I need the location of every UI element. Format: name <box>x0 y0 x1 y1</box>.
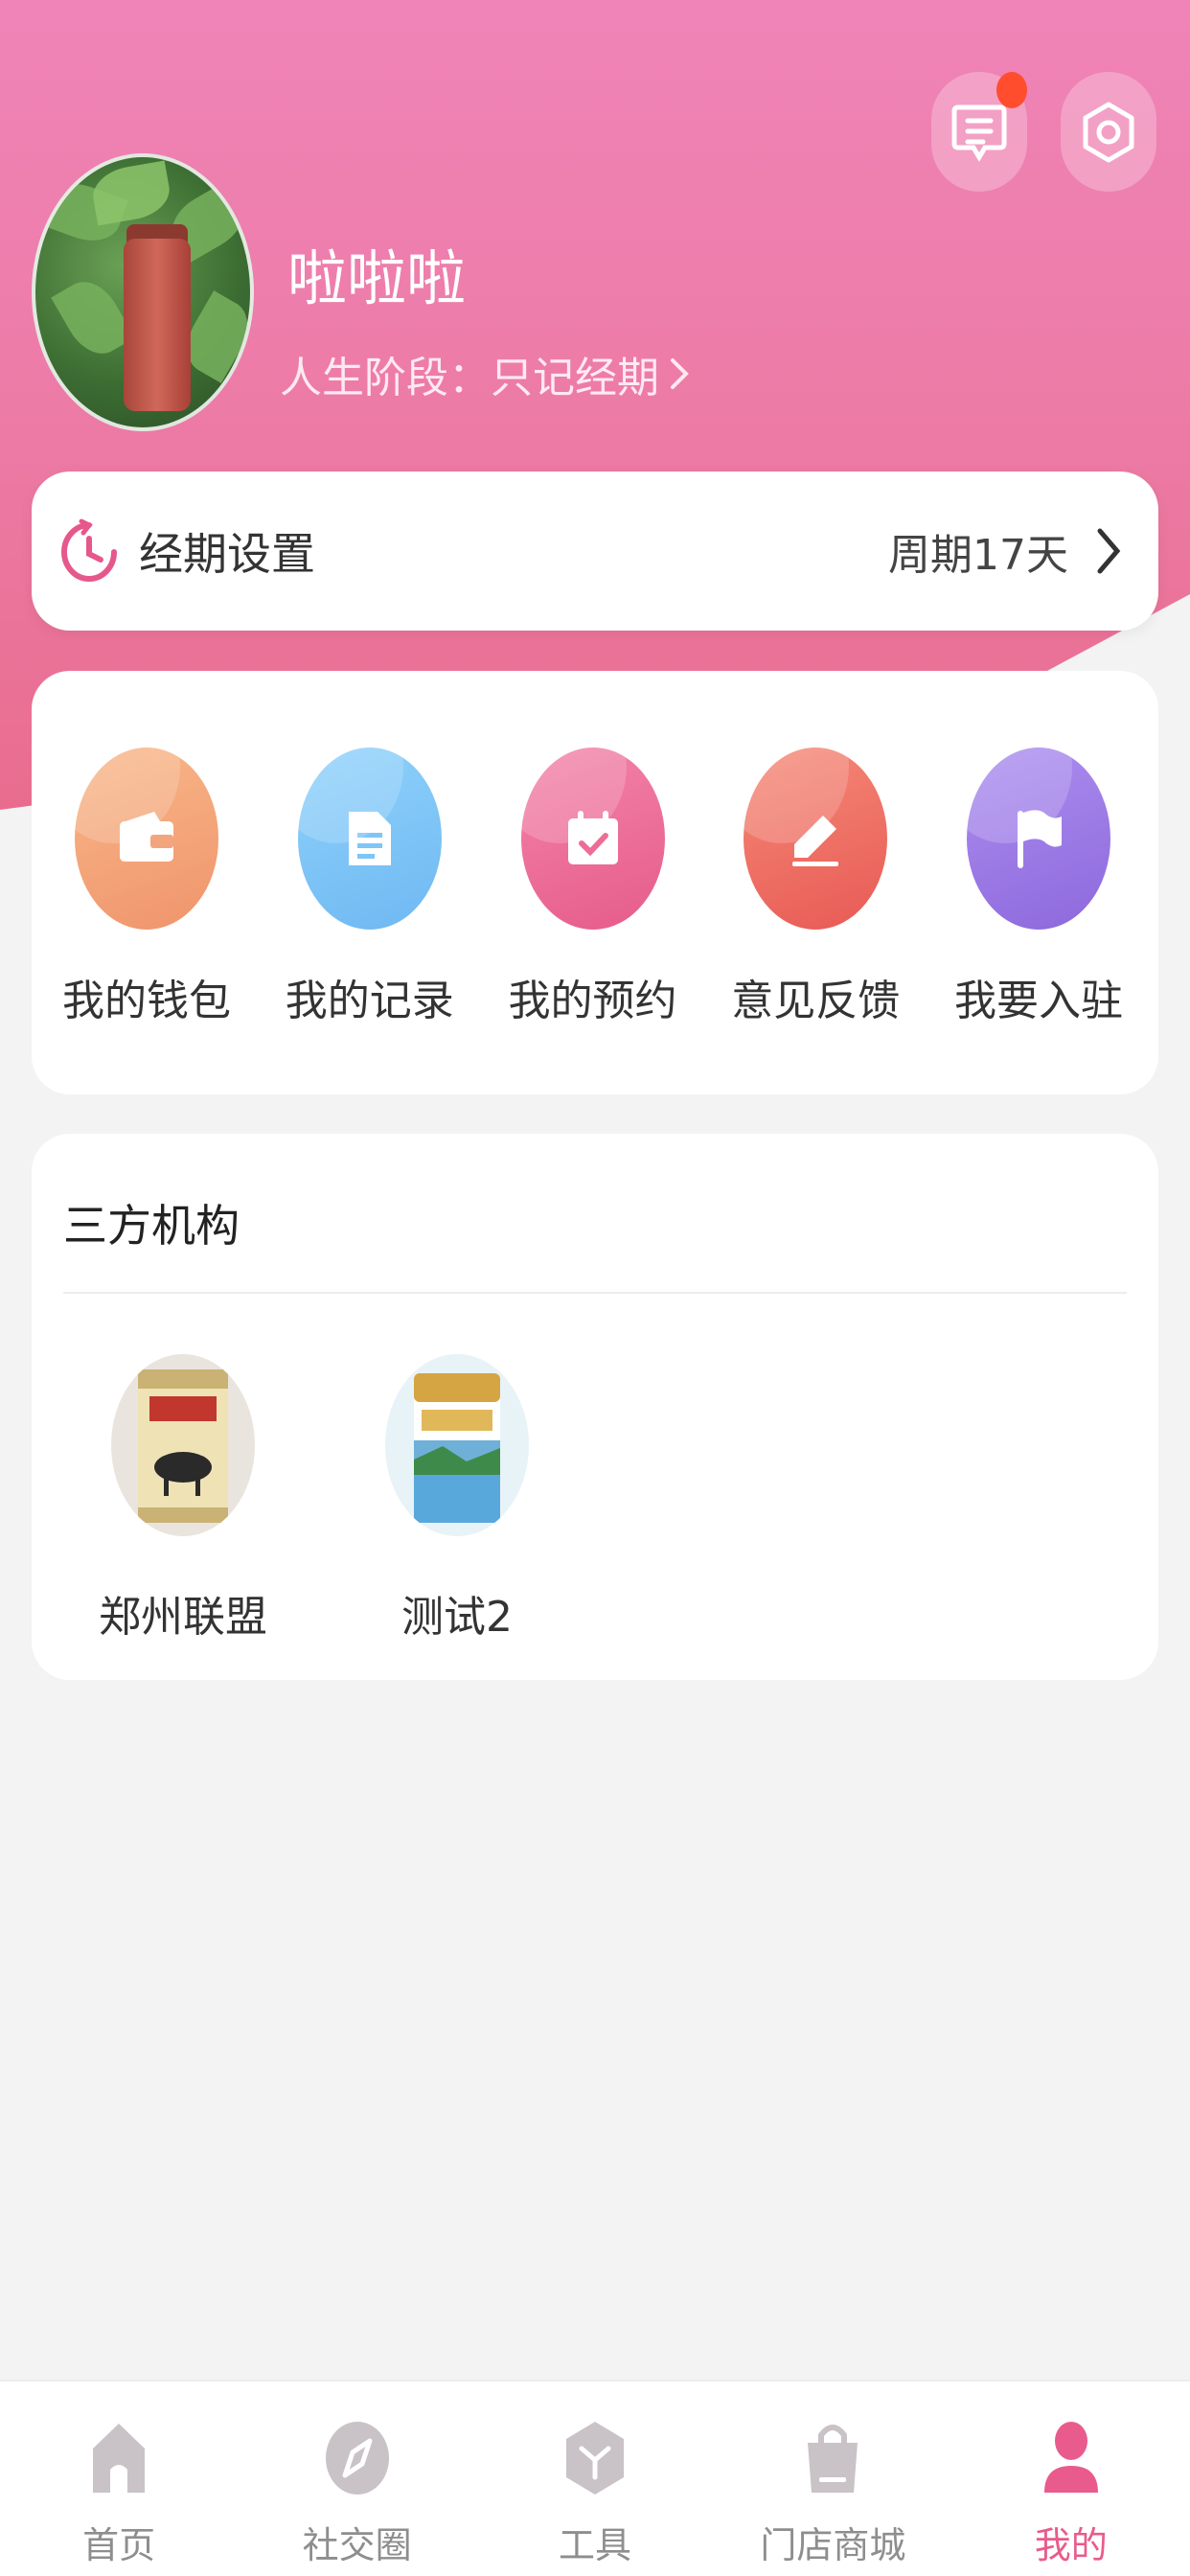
period-settings-title: 经期设置 <box>139 528 315 580</box>
pencil-icon <box>744 748 888 930</box>
institution-label: 测试2 <box>401 1593 513 1642</box>
join-label: 我要入驻 <box>954 977 1123 1025</box>
tab-home[interactable]: 首页 <box>13 2420 224 2568</box>
messages-button[interactable] <box>931 72 1027 192</box>
tools-icon <box>565 2422 624 2495</box>
shortcut-grid: 我的钱包 我的记录 我的预约 意见反馈 我要入驻 <box>32 671 1158 1094</box>
appointments-label: 我的预约 <box>508 977 677 1025</box>
notification-dot <box>996 72 1027 108</box>
flag-icon <box>967 748 1110 930</box>
avatar[interactable] <box>32 153 254 431</box>
message-icon <box>951 104 1007 162</box>
life-stage-link[interactable]: 人生阶段：只记经期 <box>280 343 692 404</box>
period-settings-row[interactable]: 经期设置 周期17天 <box>32 472 1158 631</box>
tab-mine-label: 我的 <box>1034 2524 1108 2566</box>
bottom-tab-bar: 首页 社交圈 工具 门店商城 我的 <box>0 2380 1190 2576</box>
institution-item[interactable]: 测试2 <box>361 1354 553 1644</box>
tab-store[interactable]: 门店商城 <box>727 2420 938 2568</box>
settings-button[interactable] <box>1061 72 1156 192</box>
period-cycle-value: 周期17天 <box>888 531 1068 580</box>
institution-thumbnail <box>111 1354 255 1536</box>
tab-store-label: 门店商城 <box>760 2524 906 2566</box>
institution-thumbnail <box>385 1354 529 1536</box>
records-shortcut[interactable]: 我的记录 <box>285 748 454 1094</box>
institution-item[interactable]: 郑州联盟 <box>87 1354 279 1644</box>
settings-icon <box>1083 102 1134 162</box>
divider <box>63 1292 1127 1294</box>
period-clock-icon <box>61 518 117 582</box>
tab-tools[interactable]: 工具 <box>490 2420 700 2568</box>
records-label: 我的记录 <box>285 977 454 1025</box>
tab-home-label: 首页 <box>82 2524 156 2566</box>
user-icon <box>1043 2422 1098 2493</box>
shopping-bag-icon <box>808 2425 858 2493</box>
username: 啦啦啦 <box>287 243 467 313</box>
compass-icon <box>325 2422 389 2495</box>
calendar-check-icon <box>520 748 665 930</box>
tab-mine[interactable]: 我的 <box>966 2420 1177 2568</box>
wallet-label: 我的钱包 <box>62 977 231 1025</box>
feedback-label: 意见反馈 <box>731 977 901 1025</box>
third-party-institutions-card: 三方机构 郑州联盟 测试2 <box>32 1134 1158 1680</box>
tab-social-label: 社交圈 <box>302 2524 412 2566</box>
chevron-right-icon <box>671 358 689 389</box>
chevron-right-icon <box>1097 528 1121 574</box>
top-actions <box>931 72 1156 192</box>
join-shortcut[interactable]: 我要入驻 <box>954 748 1123 1094</box>
appointments-shortcut[interactable]: 我的预约 <box>508 748 677 1094</box>
document-icon <box>297 748 442 930</box>
life-stage-label: 人生阶段：只记经期 <box>280 354 659 402</box>
home-icon <box>93 2424 146 2493</box>
institution-label: 郑州联盟 <box>99 1593 267 1642</box>
wallet-shortcut[interactable]: 我的钱包 <box>62 748 231 1094</box>
wallet-icon <box>75 748 218 930</box>
tab-social[interactable]: 社交圈 <box>252 2420 463 2568</box>
feedback-shortcut[interactable]: 意见反馈 <box>731 748 901 1094</box>
tab-tools-label: 工具 <box>558 2524 631 2566</box>
institutions-title: 三方机构 <box>63 1200 240 1252</box>
